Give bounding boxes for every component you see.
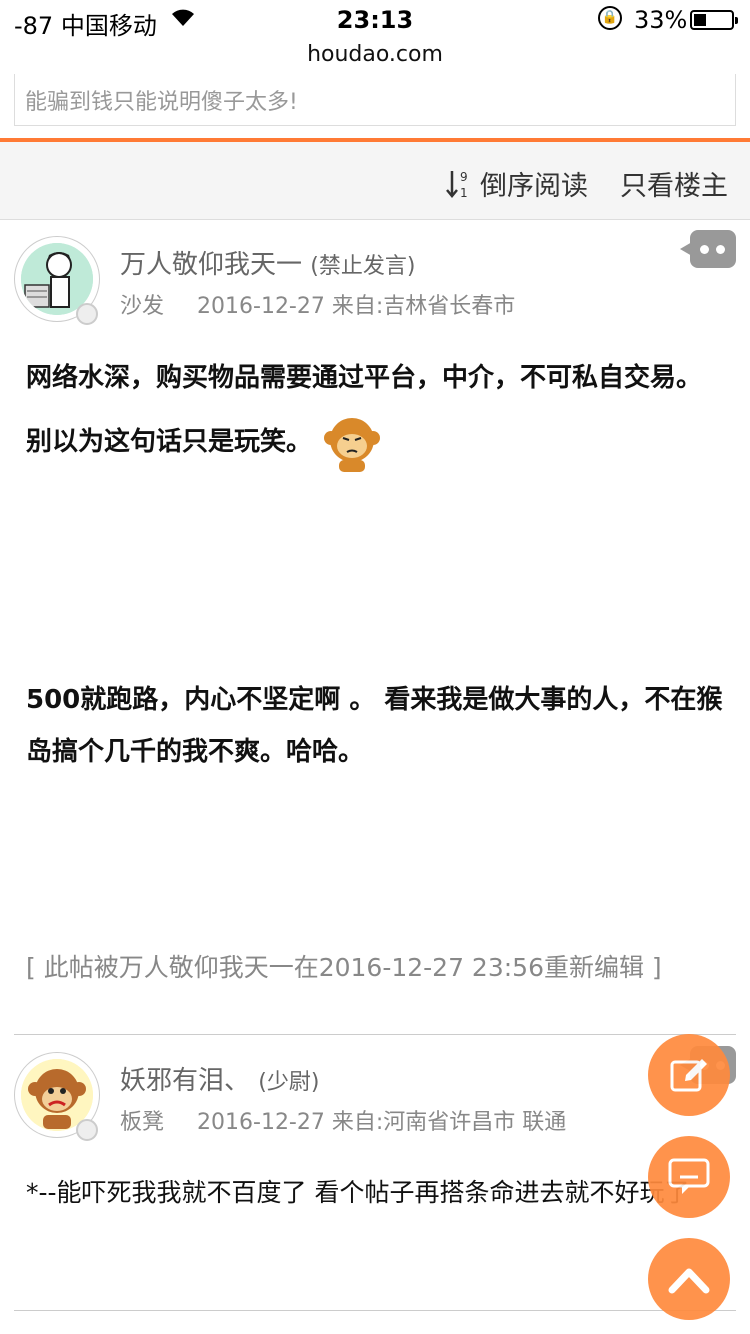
previous-post-quote: 能骗到钱只能说明傻子太多!: [14, 74, 736, 126]
floor-label: 板凳: [120, 1110, 165, 1135]
reverse-order-button[interactable]: 9 1 倒序阅读: [446, 164, 588, 203]
post-location: 来自:吉林省长春市: [331, 294, 516, 319]
thread-toolbar: 9 1 倒序阅读 只看楼主: [0, 142, 750, 220]
battery-icon: [690, 10, 738, 30]
post-date: 2016-12-27: [197, 1110, 325, 1135]
post-paragraph: 网络水深，购买物品需要通过平台，中介，不可私自交易。别以为这句话只是玩笑。: [26, 346, 726, 474]
post-sofa: 万人敬仰我天一 (禁止发言) 沙发 2016-12-27 来自:吉林省长春市 网…: [0, 220, 750, 1035]
post-paragraph: 500就跑路，内心不坚定啊 。 看来我是做大事的人，不在猴岛搞个几千的我不爽。哈…: [26, 674, 726, 778]
sort-desc-icon: 9 1: [446, 168, 474, 200]
post-author[interactable]: 万人敬仰我天一 (禁止发言): [120, 244, 415, 281]
rotation-lock-icon: 🔒: [598, 6, 622, 30]
post-text: 500就跑路，内心不坚定啊 。 看来我是做大事的人，不在猴岛搞个几千的我不爽。哈…: [26, 685, 723, 767]
online-status-dot: [76, 303, 98, 325]
svg-text:1: 1: [460, 186, 468, 200]
url-bar[interactable]: houdao.com: [0, 40, 750, 74]
post-date: 2016-12-27: [197, 294, 325, 319]
owner-only-button[interactable]: 只看楼主: [620, 164, 728, 203]
user-role: (禁止发言): [310, 254, 416, 279]
message-bubble-icon[interactable]: [680, 230, 736, 268]
online-status-dot: [76, 1119, 98, 1141]
battery-percent: 33%: [634, 6, 688, 34]
edit-button[interactable]: [648, 1034, 730, 1116]
post-location: 来自:河南省许昌市 联通: [331, 1110, 567, 1135]
status-bar: -87 中国移动 23:13 🔒 33%: [0, 0, 750, 40]
post-bench: 妖邪有泪、 (少尉) 板凳 2016-12-27 来自:河南省许昌市 联通 *-…: [0, 1036, 750, 1311]
edit-note: [ 此帖被万人敬仰我天一在2016-12-27 23:56重新编辑 ]: [26, 953, 662, 982]
reply-button[interactable]: [648, 1136, 730, 1218]
post-paragraph: *--能吓死我我就不百度了 看个帖子再搭条命进去就不好玩了: [26, 1178, 690, 1207]
post-meta: 板凳 2016-12-27 来自:河南省许昌市 联通: [120, 1104, 566, 1136]
user-role: (少尉): [258, 1070, 320, 1095]
post-divider: [14, 1310, 736, 1311]
floor-label: 沙发: [120, 294, 165, 319]
username: 妖邪有泪、: [120, 1066, 251, 1096]
edit-icon: [669, 1055, 709, 1099]
chevron-up-icon: [668, 1262, 710, 1298]
post-meta: 沙发 2016-12-27 来自:吉林省长春市: [120, 288, 515, 320]
monkey-emoji-icon: [321, 412, 383, 474]
username: 万人敬仰我天一: [120, 250, 303, 280]
post-author[interactable]: 妖邪有泪、 (少尉): [120, 1060, 319, 1097]
reply-icon: [668, 1158, 710, 1200]
post-divider: [14, 1034, 736, 1035]
previous-post-text: 能骗到钱只能说明傻子太多!: [25, 90, 298, 115]
scroll-top-button[interactable]: [648, 1238, 730, 1320]
svg-text:9: 9: [460, 170, 468, 184]
reverse-order-label: 倒序阅读: [480, 171, 588, 202]
